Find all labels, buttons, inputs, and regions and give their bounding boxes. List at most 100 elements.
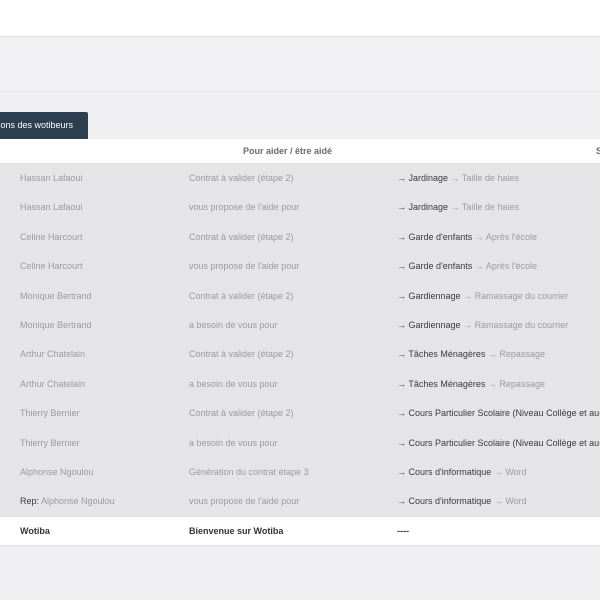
arrow-right-icon: → [397,349,406,360]
arrow-right-icon: → [397,261,406,272]
arrow-right-icon: → [487,349,497,360]
service-category: Jardinage [408,202,449,213]
table-body: Hassan Lafaoui Contrat à valider (étape 2… [0,164,600,517]
row-status: vous propose de l'aide pour [189,261,300,272]
service-category: Cours Particulier Scolaire (Niveau Collè… [408,408,600,419]
row-user: Arthur Chatelain [20,370,85,399]
arrow-right-icon: → [397,437,406,448]
service-category: Cours d'informatique [408,496,492,507]
row-service: → Jardinage → Taille de haies [397,164,519,193]
reply-prefix: Rep: [20,496,40,507]
row-status: Contrat à valider (étape 2) [189,408,294,419]
user-name: Monique Bertrand [20,319,92,330]
row-status: a besoin de vous pour [189,319,278,330]
table-row[interactable]: Celine Harcourt Contrat à valider (étape … [0,223,600,252]
row-service: → Garde d'enfants → Après l'école [397,223,537,252]
column-header-service-partial[interactable]: S [596,139,600,163]
table-row[interactable]: Alphonse Ngoulou Génération du contrat ét… [0,458,600,487]
user-name: Celine Harcourt [20,231,83,242]
table-row[interactable]: Rep: Alphonse Ngoulou vous propose de l'a… [0,487,600,516]
row-status: a besoin de vous pour [189,437,278,448]
arrow-right-icon: → [450,173,460,183]
arrow-right-icon: → [397,173,406,183]
row-user: Alphonse Ngoulou [20,458,94,487]
row-user: Thierry Bernier [20,429,80,458]
user-name: Thierry Bernier [20,437,80,448]
row-user: Monique Bertrand [20,311,92,340]
user-name: Arthur Chatelain [20,378,86,389]
user-name: Thierry Bernier [20,408,80,419]
arrow-right-icon: → [463,319,473,330]
arrow-right-icon: → [493,496,503,507]
arrow-right-icon: → [397,202,406,213]
row-user: Celine Harcourt [20,223,83,252]
relations-table: Pour aider / être aidé S Hassan Lafaoui C… [0,139,600,546]
service-category: Cours Particulier Scolaire (Niveau Collè… [408,437,600,448]
row-user: Celine Harcourt [20,252,83,281]
user-name: Hassan Lafaoui [20,202,83,213]
top-bar [0,0,600,37]
row-service: → Tâches Ménagères → Repassage [397,370,545,399]
row-service: → Tâches Ménagères → Repassage [397,340,545,369]
service-category: Garde d'enfants [408,261,473,272]
row-service: → Jardinage → Taille de haies [397,193,519,222]
arrow-right-icon: → [397,378,406,389]
row-status: Contrat à valider (étape 2) [189,290,294,301]
row-service: → Gardiennage → Ramassage du courrier [397,282,568,311]
arrow-right-icon: → [397,496,406,507]
row-service: → Cours d'informatique → Word [397,458,527,487]
service-subcategory: Repassage [499,378,545,389]
row-service: → Garde d'enfants → Après l'école [397,252,537,281]
arrow-right-icon: → [493,466,503,477]
service-subcategory: Taille de haies [461,173,519,183]
table-row-welcome[interactable]: Wotiba Bienvenue sur Wotiba ---- [0,516,600,546]
arrow-right-icon: → [397,408,406,419]
tab-wotibeur-relations[interactable]: ations des wotibeurs [0,112,88,139]
sub-header [0,37,600,92]
table-row[interactable]: Hassan Lafaoui vous propose de l'aide pou… [0,193,600,222]
service-subcategory: Repassage [499,349,545,360]
row-status: Génération du contrat étape 3 [189,466,309,477]
row-service: → Cours d'informatique → Word [397,487,527,516]
arrow-right-icon: → [463,290,473,301]
table-row[interactable]: Arthur Chatelain Contrat à valider (étape… [0,340,600,369]
user-name: Alphonse Ngoulou [20,466,94,477]
welcome-name: Wotiba [20,525,50,536]
table-row[interactable]: Monique Bertrand Contrat à valider (étape… [0,282,600,311]
row-status: Contrat à valider (étape 2) [189,231,294,242]
service-category: Jardinage [408,173,449,183]
table-row[interactable]: Monique Bertrand a besoin de vous pour → G… [0,311,600,340]
service-category: Gardiennage [408,290,461,301]
row-user: Rep: Alphonse Ngoulou [20,487,115,516]
table-row[interactable]: Arthur Chatelain a besoin de vous pour → T… [0,370,600,399]
table-row[interactable]: Thierry Bernier Contrat à valider (étape … [0,399,600,428]
user-name: Monique Bertrand [20,290,92,301]
service-subcategory: Taille de haies [461,202,519,213]
column-header-help[interactable]: Pour aider / être aidé [243,139,332,163]
service-category: Tâches Ménagères [408,349,486,360]
service-subcategory: Après l'école [485,231,538,242]
table-row[interactable]: Hassan Lafaoui Contrat à valider (étape 2… [0,164,600,193]
arrow-right-icon: → [450,202,460,213]
table-row[interactable]: Celine Harcourt vous propose de l'aide po… [0,252,600,281]
welcome-status: Bienvenue sur Wotiba [189,525,284,536]
user-name: Alphonse Ngoulou [41,496,115,507]
row-user: Monique Bertrand [20,282,92,311]
service-category: Cours d'informatique [408,466,492,477]
row-service: → Gardiennage → Ramassage du courrier [397,311,568,340]
service-subcategory: Après l'école [485,261,538,272]
row-user: Thierry Bernier [20,399,80,428]
tab-label: ations des wotibeurs [0,120,74,130]
row-status: a besoin de vous pour [189,378,278,389]
service-category: Garde d'enfants [408,231,473,242]
arrow-right-icon: → [487,378,497,389]
arrow-right-icon: → [397,319,406,330]
user-name: Arthur Chatelain [20,349,86,360]
arrow-right-icon: → [397,466,406,477]
user-name: Hassan Lafaoui [20,173,83,183]
row-status: vous propose de l'aide pour [189,202,300,213]
row-status: vous propose de l'aide pour [189,496,300,507]
row-service: → Cours Particulier Scolaire (Niveau Col… [397,429,600,458]
table-row[interactable]: Thierry Bernier a besoin de vous pour → Co… [0,429,600,458]
row-user: Hassan Lafaoui [20,193,83,222]
